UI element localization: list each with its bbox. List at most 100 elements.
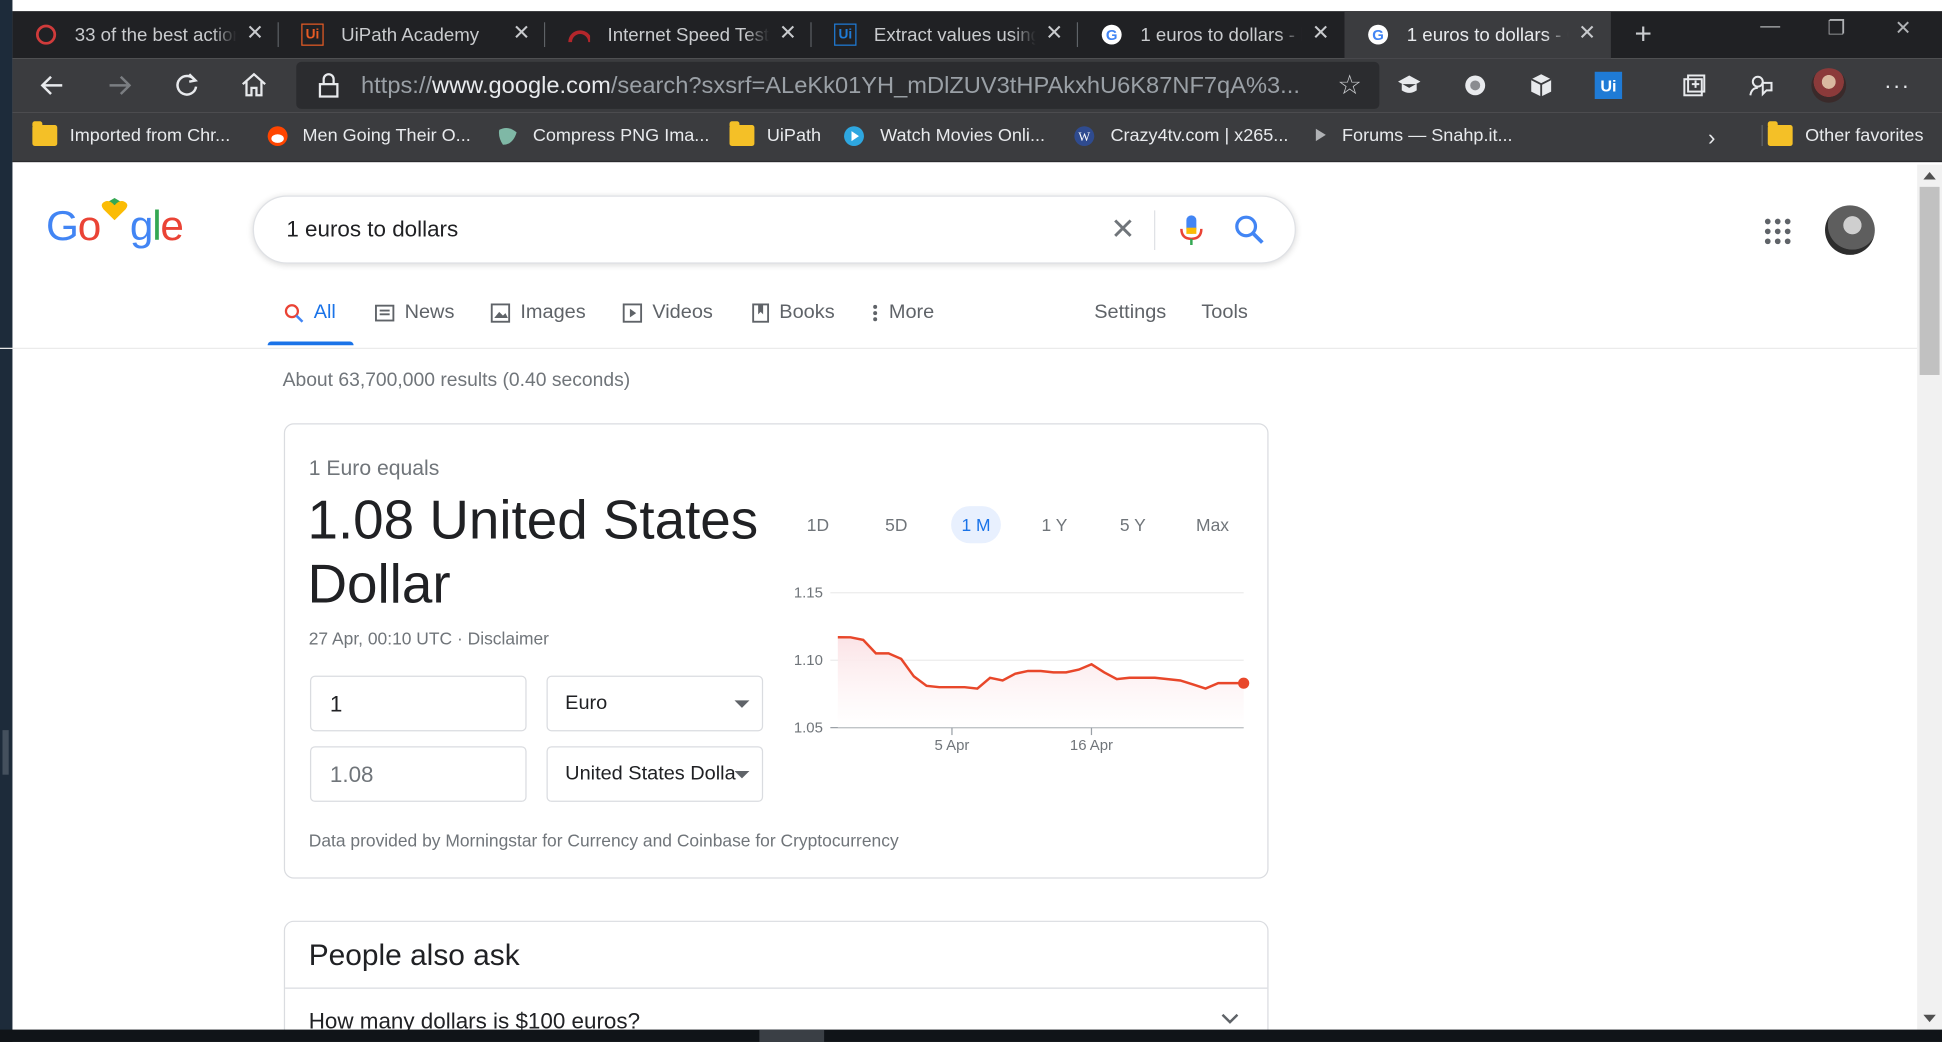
news-icon: [375, 304, 395, 322]
google-apps-icon[interactable]: [1764, 218, 1791, 245]
x-tick-label: 16 Apr: [1070, 738, 1113, 754]
x-tick-label: 5 Apr: [935, 738, 970, 754]
settings-more-icon[interactable]: ···: [1884, 72, 1911, 99]
scroll-up-arrow-icon[interactable]: [1923, 172, 1936, 180]
new-tab-button[interactable]: +: [1626, 17, 1661, 52]
forward-button[interactable]: [102, 68, 137, 103]
close-icon[interactable]: ✕: [1312, 21, 1330, 46]
clear-search-icon[interactable]: ✕: [1110, 212, 1135, 248]
close-icon[interactable]: ✕: [513, 21, 531, 46]
restore-button[interactable]: ❐: [1828, 16, 1846, 41]
google-icon: G: [1367, 24, 1389, 46]
range-1m[interactable]: 1 M: [951, 506, 1001, 544]
amount-to-input[interactable]: 1.08: [309, 746, 527, 802]
tab-news[interactable]: News: [375, 302, 454, 324]
tab-settings[interactable]: Settings: [1094, 302, 1166, 324]
tab-label: Videos: [652, 301, 713, 323]
wordpress-icon: W: [1073, 125, 1098, 147]
tab-tools[interactable]: Tools: [1201, 302, 1248, 324]
disclaimer-link[interactable]: Disclaimer: [468, 629, 549, 649]
account-avatar[interactable]: [1825, 205, 1875, 255]
range-5d[interactable]: 5D: [875, 506, 917, 543]
refresh-button[interactable]: [169, 68, 204, 103]
tab-2[interactable]: Internet Speed Test | ✕: [545, 11, 812, 58]
range-max[interactable]: Max: [1186, 506, 1238, 543]
chevron-down-icon[interactable]: [1220, 1009, 1240, 1029]
close-icon[interactable]: ✕: [779, 21, 797, 46]
bookmarks-overflow-chevron-icon[interactable]: ›: [1708, 125, 1715, 151]
amount-from-input[interactable]: 1: [309, 675, 527, 732]
bookmark-label: Crazy4tv.com | x265...: [1110, 125, 1289, 146]
bookmark-crazy4tv[interactable]: W Crazy4tv.com | x265...: [1073, 125, 1289, 147]
logo-letter: o: [77, 202, 102, 250]
range-1d[interactable]: 1D: [798, 506, 838, 543]
minimize-button[interactable]: —: [1760, 16, 1780, 38]
bookmark-other-favorites[interactable]: Other favorites: [1761, 121, 1923, 147]
opera-icon: [35, 24, 57, 46]
range-1y[interactable]: 1 Y: [1032, 506, 1077, 543]
extension-cube-icon[interactable]: [1527, 72, 1554, 99]
taskbar: [0, 1029, 1942, 1042]
bookmark-label: Forums — Snahp.it...: [1342, 125, 1513, 146]
back-button[interactable]: [35, 68, 70, 103]
home-button[interactable]: [237, 68, 272, 103]
home-icon: [242, 72, 266, 97]
currency-from-select[interactable]: Euro: [546, 675, 764, 732]
tab-videos[interactable]: Videos: [622, 301, 713, 324]
bookmark-compress-png[interactable]: Compress PNG Ima...: [495, 125, 709, 146]
extension-circle-icon[interactable]: [1462, 72, 1489, 99]
close-icon[interactable]: ✕: [1045, 21, 1063, 46]
svg-text:G: G: [1106, 28, 1118, 44]
close-window-button[interactable]: ✕: [1895, 16, 1912, 41]
tab-3[interactable]: Ui Extract values using ✕: [812, 11, 1079, 58]
tab-all[interactable]: All: [284, 302, 336, 324]
tab-label: 33 of the best action: [74, 24, 237, 46]
profile-avatar[interactable]: [1811, 68, 1847, 103]
desktop-edge: [2, 730, 9, 775]
tab-0[interactable]: 33 of the best action ✕: [12, 11, 279, 58]
collections-icon[interactable]: [1681, 72, 1708, 99]
search-icon[interactable]: [1232, 213, 1267, 248]
bookmark-forums[interactable]: Forums — Snahp.it...: [1312, 125, 1513, 146]
address-bar[interactable]: https://www.google.com/search?sxsrf=ALeK…: [296, 61, 1380, 109]
url-scheme: https://: [361, 73, 433, 99]
uipath-extension-icon[interactable]: Ui: [1594, 71, 1623, 99]
logo-letter: l: [152, 202, 161, 250]
bookmark-men-going[interactable]: Men Going Their O...: [265, 125, 471, 147]
feedback-icon[interactable]: [1747, 72, 1774, 99]
tab-more[interactable]: More: [871, 302, 934, 324]
bookmark-uipath[interactable]: UiPath: [729, 121, 821, 147]
more-vertical-icon: [873, 304, 878, 322]
tab-images[interactable]: Images: [490, 302, 586, 324]
search-box[interactable]: 1 euros to dollars ✕: [252, 195, 1296, 264]
google-logo[interactable]: Go gle: [46, 198, 184, 251]
panda-icon: [495, 125, 520, 146]
search-input[interactable]: 1 euros to dollars: [286, 217, 458, 243]
tab-5-active[interactable]: G 1 euros to dollars - G ✕: [1344, 11, 1611, 59]
svg-text:G: G: [1372, 28, 1384, 44]
favorite-star-icon[interactable]: ☆: [1337, 69, 1362, 101]
currency-to-select[interactable]: United States Dollar: [546, 746, 764, 802]
taskbar-active-item[interactable]: [759, 1029, 825, 1042]
range-5y[interactable]: 5 Y: [1110, 506, 1155, 543]
scrollbar-thumb[interactable]: [1919, 186, 1940, 375]
tab-4[interactable]: G 1 euros to dollars - l ✕: [1078, 11, 1344, 58]
selected-tab-indicator: [267, 341, 354, 346]
paa-divider: [285, 987, 1268, 989]
bookmark-watch-movies[interactable]: Watch Movies Onli...: [843, 125, 1045, 147]
scroll-down-arrow-icon[interactable]: [1923, 1014, 1936, 1023]
close-icon[interactable]: ✕: [1578, 21, 1596, 46]
dropdown-caret-icon: [734, 770, 750, 779]
page-scrollbar[interactable]: [1917, 164, 1942, 1030]
extension-hat-icon[interactable]: [1396, 72, 1423, 99]
rate-timestamp: 27 Apr, 00:10 UTC · Disclaimer: [309, 629, 549, 649]
tab-1[interactable]: Ui UiPath Academy ✕: [279, 11, 546, 58]
data-source-note: Data provided by Morningstar for Currenc…: [308, 830, 899, 851]
uipath-icon: Ui: [301, 23, 324, 46]
tab-books[interactable]: Books: [752, 302, 835, 324]
close-icon[interactable]: ✕: [246, 21, 264, 46]
y-tick-label: 1.15: [794, 586, 823, 602]
google-icon: G: [1100, 24, 1122, 46]
bookmark-imported[interactable]: Imported from Chr...: [32, 121, 230, 147]
microphone-icon[interactable]: [1178, 213, 1205, 248]
